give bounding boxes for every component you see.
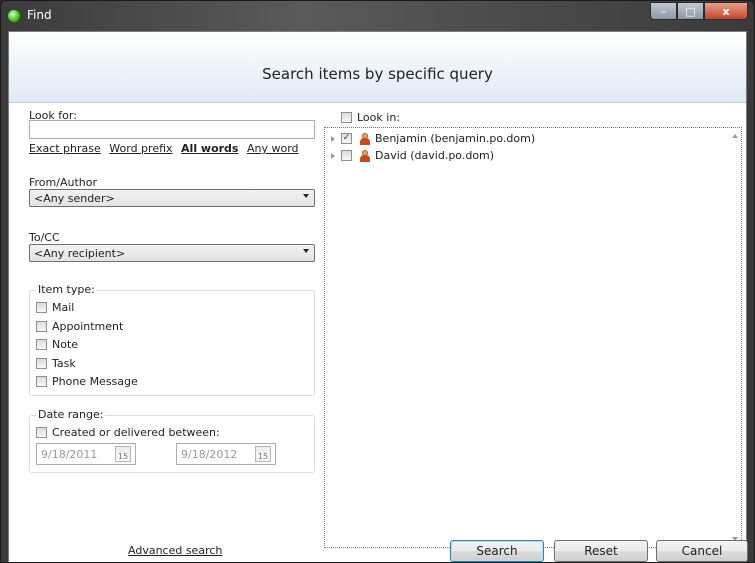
- david-checkbox[interactable]: [341, 150, 352, 161]
- caption-buttons: – □ x: [650, 2, 748, 22]
- reset-button[interactable]: Reset: [554, 540, 648, 562]
- appointment-label: Appointment: [52, 320, 124, 333]
- date-range-label: Created or delivered between:: [52, 426, 220, 439]
- date-range-toggle[interactable]: Created or delivered between:: [36, 426, 220, 439]
- date-to-value: 9/18/2012: [181, 448, 238, 461]
- item-type-phone-message[interactable]: Phone Message: [36, 375, 138, 388]
- david-label: David (david.po.dom): [375, 149, 495, 162]
- date-range-title: Date range:: [36, 408, 106, 421]
- item-type-task[interactable]: Task: [36, 357, 76, 370]
- task-label: Task: [52, 357, 76, 370]
- to-value: <Any recipient>: [34, 247, 126, 260]
- close-button[interactable]: x: [704, 2, 748, 20]
- mail-label: Mail: [52, 301, 75, 314]
- item-type-title: Item type:: [36, 283, 97, 296]
- dialog-header: Search items by specific query: [9, 32, 746, 103]
- look-for-input[interactable]: [29, 120, 315, 139]
- date-from-picker[interactable]: 9/18/2011 15: [36, 443, 136, 465]
- to-label: To/CC: [29, 231, 60, 244]
- dialog-client: Search items by specific query Look for:…: [8, 31, 748, 562]
- search-button[interactable]: Search: [450, 540, 544, 562]
- any-word-link[interactable]: Any word: [247, 142, 299, 155]
- look-in-toggle[interactable]: Look in:: [341, 111, 400, 124]
- scroll-up-arrow[interactable]: [732, 134, 738, 138]
- user-icon: [360, 149, 370, 162]
- from-combo[interactable]: <Any sender>: [29, 189, 315, 207]
- calendar-icon[interactable]: 15: [255, 446, 271, 462]
- all-words-link[interactable]: All words: [181, 142, 238, 155]
- item-type-appointment[interactable]: Appointment: [36, 320, 123, 333]
- item-type-mail[interactable]: Mail: [36, 301, 74, 314]
- tree-item-benjamin[interactable]: ✓ Benjamin (benjamin.po.dom): [331, 132, 535, 145]
- task-checkbox[interactable]: [36, 358, 47, 369]
- exact-phrase-link[interactable]: Exact phrase: [29, 142, 101, 155]
- date-to-picker[interactable]: 9/18/2012 15: [176, 443, 276, 465]
- note-checkbox[interactable]: [36, 339, 47, 350]
- tree-item-david[interactable]: David (david.po.dom): [331, 149, 494, 162]
- benjamin-checkbox[interactable]: ✓: [341, 133, 352, 144]
- word-prefix-link[interactable]: Word prefix: [109, 142, 172, 155]
- mailbox-tree[interactable]: ✓ Benjamin (benjamin.po.dom) David (davi…: [324, 127, 742, 548]
- cancel-button[interactable]: Cancel: [656, 540, 748, 562]
- advanced-search-link[interactable]: Advanced search: [128, 544, 222, 557]
- header-title: Search items by specific query: [262, 65, 493, 83]
- benjamin-label: Benjamin (benjamin.po.dom): [375, 132, 536, 145]
- date-from-value: 9/18/2011: [41, 448, 98, 461]
- app-icon: [7, 9, 21, 23]
- mail-checkbox[interactable]: [36, 302, 47, 313]
- from-label: From/Author: [29, 176, 97, 189]
- chevron-down-icon: [303, 249, 309, 253]
- expander-icon[interactable]: [331, 135, 335, 142]
- to-combo[interactable]: <Any recipient>: [29, 244, 315, 262]
- calendar-icon[interactable]: 15: [115, 446, 131, 462]
- user-icon: [360, 132, 370, 145]
- date-range-checkbox[interactable]: [36, 427, 47, 438]
- title-bar[interactable]: Find – □ x: [1, 1, 754, 31]
- look-in-label: Look in:: [357, 111, 400, 124]
- phone-message-label: Phone Message: [52, 375, 138, 388]
- phone-message-checkbox[interactable]: [36, 376, 47, 387]
- maximize-button[interactable]: □: [677, 2, 704, 20]
- window-title: Find: [27, 8, 52, 22]
- minimize-button[interactable]: –: [650, 2, 677, 20]
- note-label: Note: [52, 338, 79, 351]
- item-type-note[interactable]: Note: [36, 338, 78, 351]
- from-value: <Any sender>: [34, 192, 115, 205]
- appointment-checkbox[interactable]: [36, 321, 47, 332]
- item-type-group: Item type: Mail Appointment Note Task Ph…: [29, 283, 315, 396]
- find-window: Find – □ x Search items by specific quer…: [0, 0, 755, 563]
- date-range-group: Date range: Created or delivered between…: [29, 408, 315, 473]
- search-mode-links: Exact phrase Word prefix All words Any w…: [29, 142, 304, 155]
- expander-icon[interactable]: [331, 152, 335, 159]
- look-in-checkbox[interactable]: [341, 112, 352, 123]
- chevron-down-icon: [303, 194, 309, 198]
